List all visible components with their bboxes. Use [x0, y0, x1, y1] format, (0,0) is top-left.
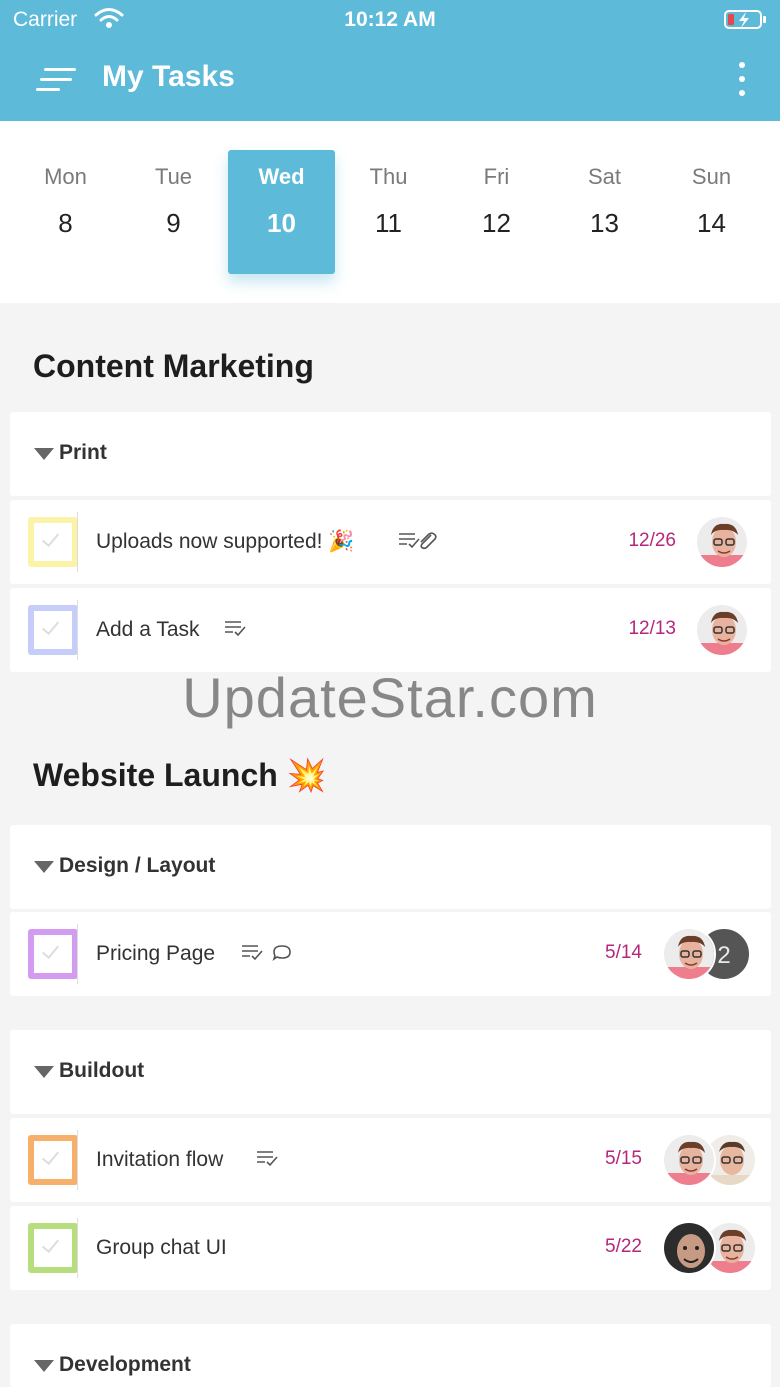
day-name: Wed — [258, 164, 305, 189]
check-icon — [41, 940, 60, 960]
collapse-triangle-icon[interactable] — [34, 1066, 54, 1078]
collapse-triangle-icon[interactable] — [34, 1360, 54, 1372]
task-checkbox[interactable] — [28, 1135, 78, 1185]
day-name: Sun — [691, 164, 732, 189]
due-date: 5/14 — [605, 942, 642, 963]
more-options-button[interactable] — [726, 60, 758, 100]
check-icon — [41, 528, 60, 548]
task-name: Pricing Page — [96, 942, 216, 965]
checklist-icon — [242, 945, 263, 961]
assignee-avatar[interactable] — [695, 515, 749, 569]
day-date: 10 — [267, 208, 296, 238]
collapse-triangle-icon[interactable] — [34, 861, 54, 873]
day-thu[interactable]: Thu 11 — [335, 150, 442, 274]
day-date: 13 — [590, 208, 619, 238]
app-bar: Carrier 10:12 AM My Tasks — [0, 0, 780, 121]
task-name: Group chat UI — [96, 1236, 227, 1259]
collapse-triangle-icon[interactable] — [34, 448, 54, 460]
task-row[interactable]: Invitation flow 5/15 — [10, 1118, 771, 1202]
checklist-icon — [257, 1151, 278, 1167]
assignee-avatar[interactable] — [662, 927, 716, 981]
task-name: Add a Task — [96, 618, 200, 641]
menu-button[interactable] — [36, 64, 78, 96]
task-checkbox[interactable] — [28, 517, 78, 567]
day-date: 8 — [58, 208, 73, 238]
task-checkbox[interactable] — [28, 1223, 78, 1273]
project-title: Website Launch 💥 — [33, 757, 327, 793]
task-name: Invitation flow — [96, 1148, 224, 1171]
day-wed-selected[interactable]: Wed 10 — [228, 150, 335, 274]
group-name: Print — [59, 441, 107, 464]
attachment-icon — [420, 532, 437, 550]
day-name: Thu — [369, 164, 408, 189]
task-checkbox[interactable] — [28, 929, 78, 979]
task-row[interactable]: Add a Task 12/13 — [10, 588, 771, 672]
day-name: Sat — [587, 164, 622, 189]
day-name: Fri — [483, 164, 510, 189]
status-bar: Carrier 10:12 AM — [0, 0, 780, 40]
page-title: My Tasks — [102, 60, 235, 93]
watermark: UpdateStar.com — [182, 666, 598, 729]
project-title: Content Marketing — [33, 348, 314, 384]
group-name: Design / Layout — [59, 854, 216, 877]
day-name: Mon — [44, 164, 87, 189]
day-sun[interactable]: Sun 14 — [658, 150, 765, 274]
day-date: 12 — [482, 208, 511, 238]
task-row[interactable]: Group chat UI 5/22 — [10, 1206, 771, 1290]
day-date: 9 — [166, 208, 181, 238]
day-name: Tue — [154, 164, 193, 189]
due-date: 12/13 — [628, 618, 676, 639]
checklist-icon — [225, 621, 246, 637]
task-row[interactable]: Uploads now supported! 🎉 12/26 — [10, 500, 771, 584]
group-header-buildout[interactable]: Buildout — [10, 1030, 771, 1114]
task-name: Uploads now supported! 🎉 — [96, 530, 355, 553]
assignee-avatar[interactable] — [695, 603, 749, 657]
status-time: 10:12 AM — [344, 8, 436, 31]
group-header-development[interactable]: Development — [10, 1324, 771, 1387]
day-mon[interactable]: Mon 8 — [12, 150, 119, 274]
comment-icon — [272, 945, 291, 961]
day-tue[interactable]: Tue 9 — [120, 150, 227, 274]
group-name: Buildout — [59, 1059, 145, 1082]
group-header-print[interactable]: Print — [10, 412, 771, 496]
due-date: 12/26 — [628, 530, 676, 551]
more-vertical-icon — [739, 62, 745, 68]
task-checkbox[interactable] — [28, 605, 78, 655]
due-date: 5/15 — [605, 1148, 642, 1169]
group-name: Development — [59, 1353, 191, 1376]
task-row[interactable]: Pricing Page 5/14 2 — [10, 912, 771, 996]
check-icon — [41, 1234, 60, 1254]
day-date: 14 — [697, 208, 726, 238]
week-strip: Mon 8 Tue 9 Wed 10 Thu 11 Fri 12 Sat 13 … — [0, 121, 780, 303]
day-sat[interactable]: Sat 13 — [551, 150, 658, 274]
assignee-avatar[interactable] — [662, 1221, 716, 1275]
assignee-avatar[interactable] — [662, 1133, 716, 1187]
day-date: 11 — [375, 208, 402, 238]
group-header-design-layout[interactable]: Design / Layout — [10, 825, 771, 909]
battery-charging-icon — [724, 10, 766, 29]
check-icon — [41, 616, 60, 636]
day-fri[interactable]: Fri 12 — [443, 150, 550, 274]
due-date: 5/22 — [605, 1236, 642, 1257]
check-icon — [41, 1146, 60, 1166]
hamburger-icon — [44, 68, 76, 71]
